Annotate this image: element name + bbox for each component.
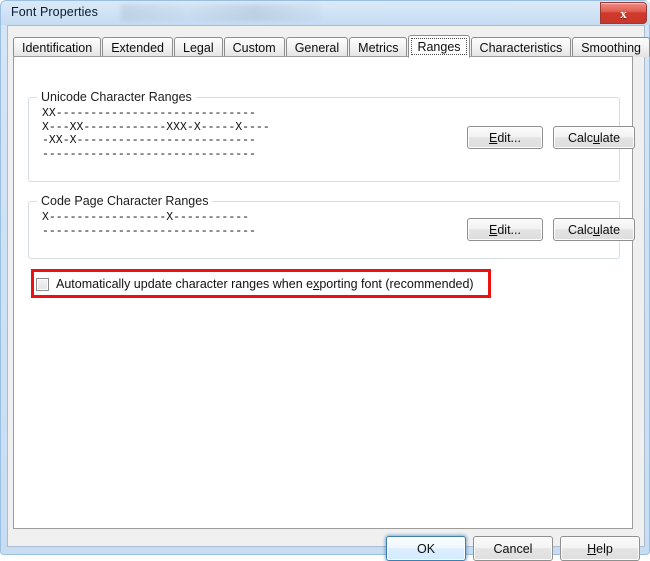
tab-label: Legal: [183, 40, 214, 55]
tab-label: General: [294, 40, 340, 55]
close-icon[interactable]: x: [600, 2, 647, 24]
unicode-group-label: Unicode Character Ranges: [37, 90, 196, 104]
tab-legal[interactable]: Legal: [174, 37, 223, 57]
titlebar-watermark: [121, 4, 321, 21]
unicode-edit-button[interactable]: Edit...: [467, 126, 543, 149]
unicode-ranges-text: XX----------------------------- X---XX--…: [42, 107, 270, 161]
help-button[interactable]: Help: [560, 536, 640, 561]
auto-update-label-after: porting font (recommended): [319, 277, 474, 291]
tab-page-ranges: Unicode Character Ranges XX-------------…: [13, 56, 635, 529]
tab-label: Metrics: [358, 40, 399, 55]
unicode-character-ranges-group: Unicode Character Ranges XX-------------…: [28, 90, 635, 182]
tab-characteristics[interactable]: Characteristics: [470, 37, 572, 57]
tab-label: Extended: [111, 40, 165, 55]
unicode-calculate-button[interactable]: Calculate: [553, 126, 635, 149]
auto-update-ranges-label: Automatically update character ranges wh…: [56, 277, 474, 291]
cancel-button-label: Cancel: [493, 541, 533, 556]
tab-extended[interactable]: Extended: [102, 37, 174, 57]
unicode-calculate-label: Calculate: [567, 130, 621, 145]
codepage-calculate-label: Calculate: [567, 222, 621, 237]
tab-label: Characteristics: [479, 40, 563, 55]
auto-update-ranges-row[interactable]: Automatically update character ranges wh…: [36, 275, 474, 293]
codepage-ranges-text: X-----------------X----------- ---------…: [42, 211, 256, 238]
tab-metrics[interactable]: Metrics: [349, 37, 408, 57]
tab-label: Ranges: [417, 39, 461, 54]
auto-update-ranges-checkbox[interactable]: [36, 277, 49, 291]
codepage-edit-label: Edit...: [489, 222, 521, 237]
tab-general[interactable]: General: [285, 37, 349, 57]
codepage-edit-button[interactable]: Edit...: [467, 218, 543, 241]
font-properties-window: Font Properties x Identification Extende…: [0, 0, 650, 561]
tab-label: Custom: [232, 40, 276, 55]
tabstrip: Identification Extended Legal Custom Gen…: [13, 35, 650, 58]
window-titlebar[interactable]: Font Properties x: [1, 1, 650, 25]
tab-label: Identification: [22, 40, 93, 55]
codepage-calculate-button[interactable]: Calculate: [553, 218, 635, 241]
ok-button[interactable]: OK: [386, 536, 466, 561]
tab-custom[interactable]: Custom: [223, 37, 285, 57]
tab-identification[interactable]: Identification: [13, 37, 102, 57]
auto-update-label-before: Automatically update character ranges wh…: [56, 277, 314, 291]
codepage-group-label: Code Page Character Ranges: [37, 194, 213, 208]
code-page-character-ranges-group: Code Page Character Ranges X------------…: [28, 194, 635, 259]
dialog-client-area: Identification Extended Legal Custom Gen…: [7, 25, 650, 561]
window-title: Font Properties: [11, 5, 98, 19]
tab-label: Smoothing: [581, 40, 641, 55]
help-button-label: Help: [587, 541, 613, 556]
close-glyph: x: [620, 5, 627, 21]
tab-ranges[interactable]: Ranges: [408, 35, 470, 58]
ok-button-label: OK: [416, 541, 436, 556]
unicode-edit-label: Edit...: [489, 130, 521, 145]
tab-smoothing[interactable]: Smoothing: [572, 37, 650, 57]
cancel-button[interactable]: Cancel: [473, 536, 553, 561]
